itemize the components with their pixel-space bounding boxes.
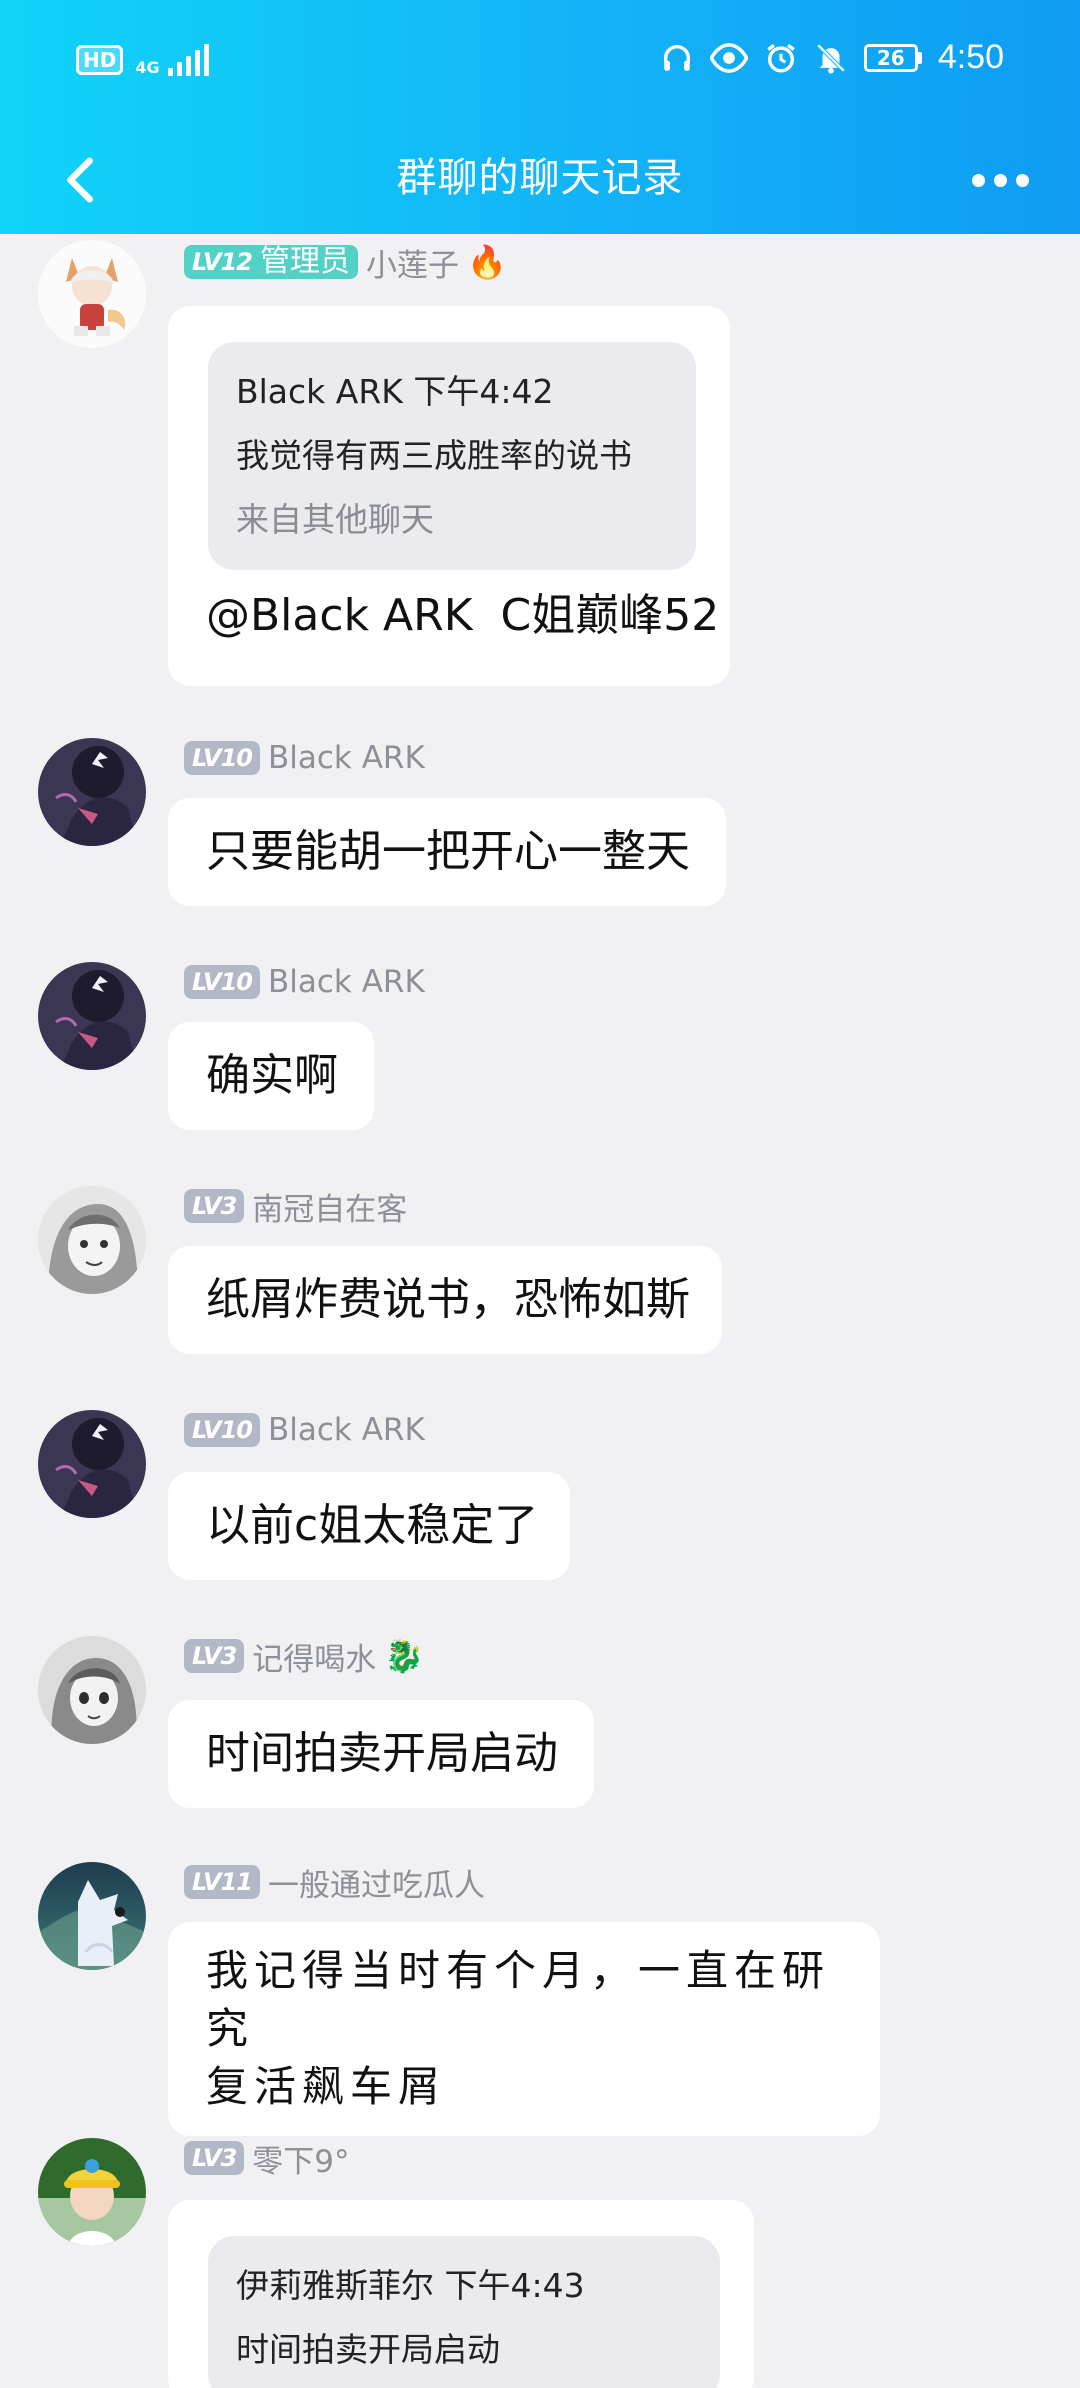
message-bubble[interactable]: 伊莉雅斯菲尔 下午4:43 时间拍卖开局启动 xyxy=(168,2200,754,2388)
quoted-message[interactable]: 伊莉雅斯菲尔 下午4:43 时间拍卖开局启动 xyxy=(208,2236,720,2388)
avatar[interactable] xyxy=(38,1410,146,1518)
more-dot-icon xyxy=(1015,173,1029,187)
message-text: 确实啊 xyxy=(206,1050,338,1101)
dark-character-avatar-icon xyxy=(38,962,146,1070)
sender-name[interactable]: 记得喝水 xyxy=(252,1634,376,1679)
dark-character-avatar-icon xyxy=(38,738,146,846)
admin-role-label: 管理员 xyxy=(259,244,350,279)
message-meta: LV10 Black ARK xyxy=(184,738,425,778)
level-badge: LV12 管理员 xyxy=(184,245,358,279)
message-bubble[interactable]: 确实啊 xyxy=(168,1022,374,1130)
avatar[interactable] xyxy=(38,240,146,348)
message-bubble[interactable]: 只要能胡一把开心一整天 xyxy=(168,798,726,906)
sender-name[interactable]: 一般通过吃瓜人 xyxy=(268,1860,485,1905)
quote-header: 伊莉雅斯菲尔 下午4:43 xyxy=(236,2266,585,2305)
fire-icon: 🔥 xyxy=(466,243,507,281)
message-bubble[interactable]: 纸屑炸费说书，恐怖如斯 xyxy=(168,1246,722,1354)
level-badge: LV10 xyxy=(184,741,260,775)
message-text: 复活飙车屑 xyxy=(206,2062,447,2111)
quote-header: Black ARK 下午4:42 xyxy=(236,372,554,411)
sender-name[interactable]: 南冠自在客 xyxy=(252,1184,407,1229)
header-bar: HD 4G 26 4:50 群聊的聊天记录 xyxy=(0,0,1080,234)
quote-text: 我觉得有两三成胜率的说书 xyxy=(236,436,632,475)
cartoon-wolf-avatar-icon xyxy=(38,1862,146,1970)
status-bar: HD 4G 26 4:50 xyxy=(0,0,1080,130)
level-badge: LV11 xyxy=(184,1865,260,1899)
nav-bar: 群聊的聊天记录 xyxy=(0,130,1080,234)
quoted-message[interactable]: Black ARK 下午4:42 我觉得有两三成胜率的说书 来自其他聊天 xyxy=(208,342,696,570)
message-meta: LV3 南冠自在客 xyxy=(184,1184,407,1229)
message-meta: LV3 记得喝水 🐉 xyxy=(184,1634,425,1679)
level-badge: LV10 xyxy=(184,965,260,999)
avatar[interactable] xyxy=(38,738,146,846)
manga-girl-avatar-icon xyxy=(38,1186,146,1294)
message-bubble[interactable]: 我记得当时有个月，一直在研究 复活飙车屑 xyxy=(168,1922,880,2136)
message-text: 以前c姐太稳定了 xyxy=(206,1500,539,1551)
message-bubble[interactable]: 时间拍卖开局启动 xyxy=(168,1700,594,1808)
message-bubble[interactable]: 以前c姐太稳定了 xyxy=(168,1472,571,1580)
headphones-icon xyxy=(660,41,694,75)
sender-name[interactable]: Black ARK xyxy=(268,964,425,1000)
clock: 4:50 xyxy=(937,38,1004,76)
more-dot-icon xyxy=(993,173,1007,187)
message-meta: LV12 管理员 小莲子 🔥 xyxy=(184,240,507,285)
message-text: @Black ARK C姐巅峰52 xyxy=(206,590,720,641)
avatar[interactable] xyxy=(38,1636,146,1744)
page-title: 群聊的聊天记录 xyxy=(396,155,684,201)
avatar[interactable] xyxy=(38,962,146,1070)
bell-off-icon xyxy=(814,41,848,75)
more-options-button[interactable] xyxy=(950,144,1050,216)
message-meta: LV3 零下9° xyxy=(184,2136,350,2181)
level-badge: LV10 xyxy=(184,1413,260,1447)
boy-avatar-icon xyxy=(38,2138,146,2246)
message-meta: LV10 Black ARK xyxy=(184,962,425,1002)
signal-icon: 4G xyxy=(135,44,209,77)
avatar[interactable] xyxy=(38,1862,146,1970)
sender-name[interactable]: Black ARK xyxy=(268,740,425,776)
more-dot-icon xyxy=(971,173,985,187)
fox-girl-avatar-icon xyxy=(38,240,146,348)
dark-character-avatar-icon xyxy=(38,1410,146,1518)
sender-name[interactable]: 小莲子 xyxy=(366,240,459,285)
message-bubble[interactable]: Black ARK 下午4:42 我觉得有两三成胜率的说书 来自其他聊天 @Bl… xyxy=(168,306,730,686)
sender-name[interactable]: Black ARK xyxy=(268,1412,425,1448)
message-text: 纸屑炸费说书，恐怖如斯 xyxy=(206,1274,690,1325)
message-text: 时间拍卖开局启动 xyxy=(206,1728,558,1779)
level-badge: LV3 xyxy=(184,2141,245,2175)
message-text: 只要能胡一把开心一整天 xyxy=(206,826,690,877)
avatar[interactable] xyxy=(38,1186,146,1294)
level-badge: LV3 xyxy=(184,1639,245,1673)
hd-indicator: HD xyxy=(76,45,124,75)
level-badge: LV3 xyxy=(184,1189,245,1223)
battery-level: 26 xyxy=(863,43,918,72)
message-meta: LV11 一般通过吃瓜人 xyxy=(184,1860,485,1905)
message-text: 我记得当时有个月，一直在研究 xyxy=(206,1946,831,2053)
dragon-icon: 🐉 xyxy=(384,1637,425,1675)
quote-source: 来自其他聊天 xyxy=(236,500,434,539)
anime-girl-avatar-icon xyxy=(38,1636,146,1744)
network-type: 4G xyxy=(135,58,160,77)
quote-text: 时间拍卖开局启动 xyxy=(236,2330,500,2369)
eye-icon xyxy=(709,41,748,75)
battery-icon: 26 xyxy=(863,43,922,72)
avatar[interactable] xyxy=(38,2138,146,2246)
sender-name[interactable]: 零下9° xyxy=(252,2136,349,2181)
message-meta: LV10 Black ARK xyxy=(184,1410,425,1450)
alarm-icon xyxy=(764,41,798,75)
